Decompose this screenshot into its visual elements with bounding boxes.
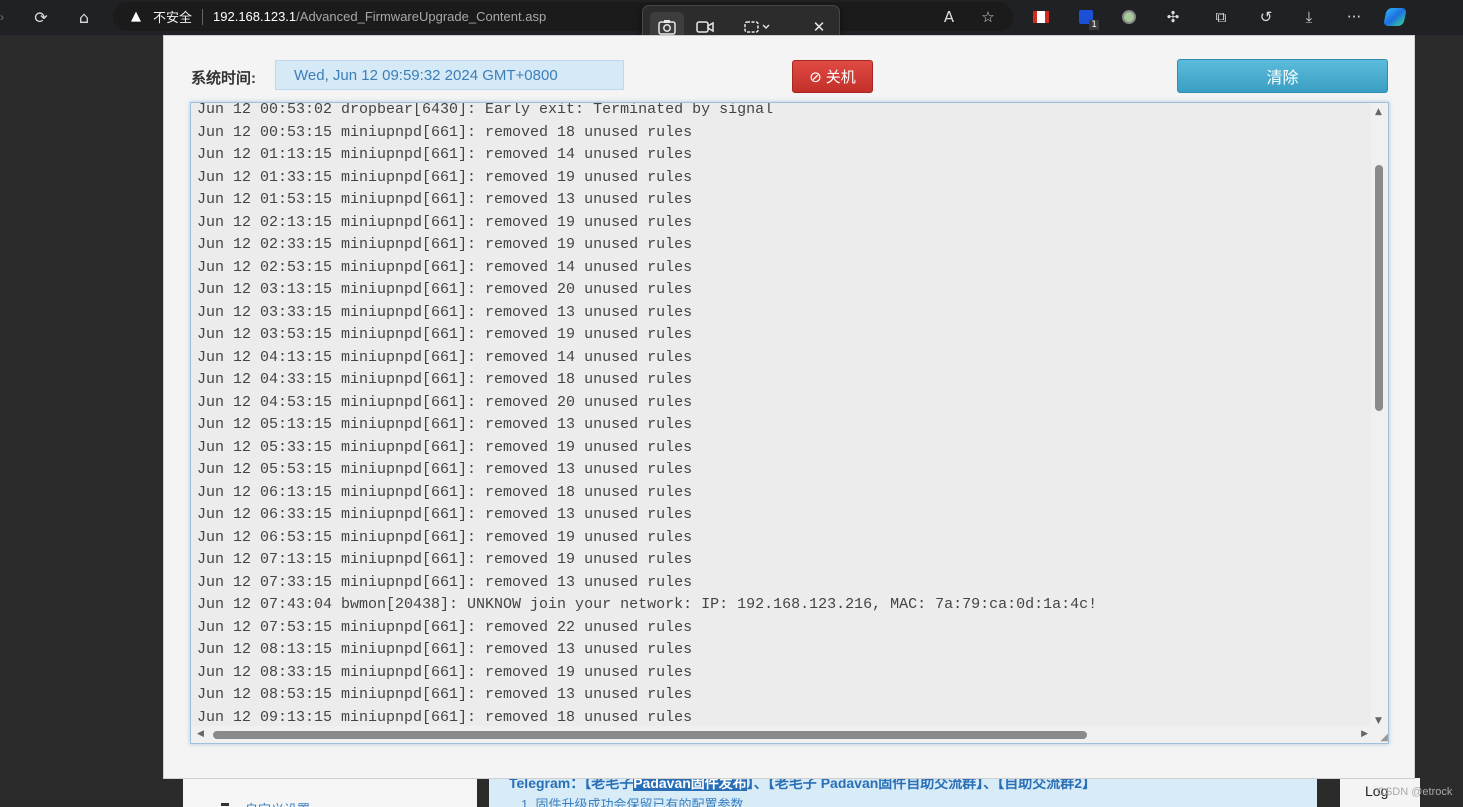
horizontal-scrollbar[interactable]: ◀ ▶ xyxy=(191,726,1374,743)
watermark: CSDN @etrock xyxy=(1377,786,1453,798)
download-icon[interactable]: ⤓ xyxy=(1298,7,1320,27)
log-line: Jun 12 00:53:02 dropbear[6430]: Early ex… xyxy=(197,102,774,118)
extensions-puzzle-icon[interactable]: ✣ xyxy=(1162,7,1184,27)
scroll-up-arrow-icon[interactable]: ▲ xyxy=(1375,107,1382,117)
history-icon[interactable]: ↺ xyxy=(1255,7,1277,27)
system-time-label: 系统时间: xyxy=(191,70,256,87)
warning-icon: ▲ xyxy=(131,9,141,24)
telegram-prefix: Telegram：【老毛子 xyxy=(509,779,634,791)
telegram-links: Telegram：【老毛子Padavan固件发布】、【老毛子 Padavan固件… xyxy=(509,779,1096,793)
log-line: Jun 12 07:53:15 miniupnpd[661]: removed … xyxy=(197,618,693,636)
log-line: Jun 12 01:53:15 miniupnpd[661]: removed … xyxy=(197,191,693,208)
log-line: Jun 12 04:13:15 miniupnpd[661]: removed … xyxy=(197,348,693,366)
log-line: Jun 12 08:33:15 miniupnpd[661]: removed … xyxy=(197,663,693,681)
circle-extension-icon[interactable] xyxy=(1118,7,1140,27)
shutdown-button[interactable]: ⊘ 关机 xyxy=(792,60,873,93)
collections-icon[interactable]: ⧉ xyxy=(1210,7,1232,27)
log-line: Jun 12 05:13:15 miniupnpd[661]: removed … xyxy=(197,416,693,433)
log-line: Jun 12 05:53:15 miniupnpd[661]: removed … xyxy=(197,461,693,478)
log-line: Jun 12 04:53:15 miniupnpd[661]: removed … xyxy=(197,393,693,411)
log-line: Jun 12 03:33:15 miniupnpd[661]: removed … xyxy=(197,303,693,321)
firmware-info-area: Telegram：【老毛子Padavan固件发布】、【老毛子 Padavan固件… xyxy=(489,779,1317,807)
upgrade-note: 1. 固件升级成功会保留已有的配置参数 xyxy=(521,797,744,807)
log-line: Jun 12 01:13:15 miniupnpd[661]: removed … xyxy=(197,146,693,163)
canada-flag-icon[interactable] xyxy=(1030,7,1052,27)
read-aloud-icon[interactable]: A xyxy=(938,7,960,27)
log-line: Jun 12 02:53:15 miniupnpd[661]: removed … xyxy=(197,258,693,276)
url-path: /Advanced_FirmwareUpgrade_Content.asp xyxy=(296,9,547,24)
clear-log-button[interactable]: 清除 xyxy=(1177,59,1388,93)
refresh-icon[interactable]: ⟳ xyxy=(28,6,54,28)
system-log-panel: 系统时间: Wed, Jun 12 09:59:32 2024 GMT+0800… xyxy=(163,35,1415,779)
horizontal-scroll-thumb[interactable] xyxy=(213,731,1087,739)
log-line: Jun 12 08:13:15 miniupnpd[661]: removed … xyxy=(197,641,693,658)
log-line: Jun 12 07:43:04 bwmon[20438]: UNKNOW joi… xyxy=(197,596,1098,613)
log-line: Jun 12 03:13:15 miniupnpd[661]: removed … xyxy=(197,281,693,298)
log-line: Jun 12 06:53:15 miniupnpd[661]: removed … xyxy=(197,528,693,546)
resize-handle-icon[interactable]: ◢ xyxy=(1371,726,1388,743)
vertical-scroll-thumb[interactable] xyxy=(1375,165,1383,411)
scroll-down-arrow-icon[interactable]: ▼ xyxy=(1375,716,1382,726)
sidebar-item-custom-settings[interactable]: 自定义设置 xyxy=(245,799,310,807)
log-line: Jun 12 04:33:15 miniupnpd[661]: removed … xyxy=(197,371,693,388)
log-line: Jun 12 07:13:15 miniupnpd[661]: removed … xyxy=(197,551,693,568)
scroll-left-arrow-icon[interactable]: ◀ xyxy=(197,729,204,739)
log-line: Jun 12 02:33:15 miniupnpd[661]: removed … xyxy=(197,236,693,253)
menu-bullet-icon xyxy=(221,803,229,806)
vertical-scrollbar[interactable]: ▲ ▼ xyxy=(1371,103,1388,728)
log-line: Jun 12 06:33:15 miniupnpd[661]: removed … xyxy=(197,506,693,523)
log-line: Jun 12 05:33:15 miniupnpd[661]: removed … xyxy=(197,438,693,456)
log-lines: Jun 12 00:53:02 dropbear[6430]: Early ex… xyxy=(197,102,1372,729)
favorite-star-icon[interactable]: ☆ xyxy=(977,7,999,27)
insecure-label: 不安全 xyxy=(153,10,193,25)
system-time-value: Wed, Jun 12 09:59:32 2024 GMT+0800 xyxy=(275,60,624,90)
log-line: Jun 12 03:53:15 miniupnpd[661]: removed … xyxy=(197,326,693,343)
telegram-link-groups[interactable]: 】、【老毛子 Padavan固件自助交流群】、【自助交流群2】 xyxy=(747,779,1096,791)
system-log-textarea[interactable]: Jun 12 00:53:02 dropbear[6430]: Early ex… xyxy=(190,102,1389,744)
clear-label: 清除 xyxy=(1266,70,1299,87)
address-divider xyxy=(202,8,204,25)
log-line: Jun 12 08:53:15 miniupnpd[661]: removed … xyxy=(197,686,693,703)
log-line: Jun 12 02:13:15 miniupnpd[661]: removed … xyxy=(197,213,693,231)
scroll-right-arrow-icon[interactable]: ▶ xyxy=(1361,729,1368,739)
log-line: Jun 12 01:33:15 miniupnpd[661]: removed … xyxy=(197,168,693,186)
more-menu-icon[interactable]: ··· xyxy=(1343,7,1365,27)
log-line: Jun 12 07:33:15 miniupnpd[661]: removed … xyxy=(197,573,693,591)
telegram-link-firmware[interactable]: Padavan固件发布 xyxy=(633,779,747,791)
ban-icon: ⊘ xyxy=(809,67,822,86)
log-line: Jun 12 06:13:15 miniupnpd[661]: removed … xyxy=(197,483,693,501)
home-icon[interactable]: ⌂ xyxy=(71,6,97,28)
back-arrow-icon[interactable]: › xyxy=(0,10,4,24)
sidebar-menu: 自定义设置 xyxy=(183,779,477,807)
extension-icon[interactable]: 1 xyxy=(1075,7,1099,30)
extension-badge: 1 xyxy=(1089,20,1099,30)
address-bar[interactable]: ▲ 不安全 192.168.123.1 /Advanced_FirmwareUp… xyxy=(113,2,1013,31)
copilot-icon[interactable] xyxy=(1383,7,1407,27)
shutdown-label: 关机 xyxy=(825,69,856,86)
url-host: 192.168.123.1 xyxy=(213,9,297,24)
log-line: Jun 12 00:53:15 miniupnpd[661]: removed … xyxy=(197,123,693,141)
